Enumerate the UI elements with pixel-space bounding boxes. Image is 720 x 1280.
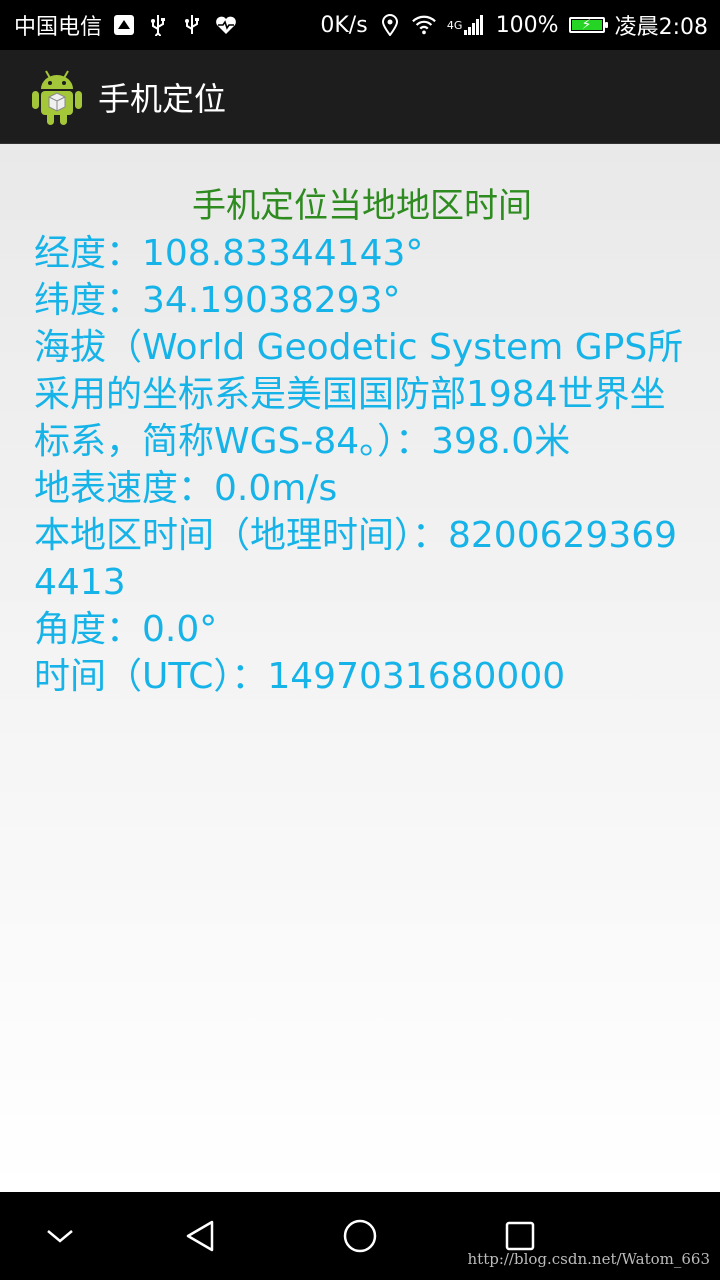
android-app-icon	[32, 70, 82, 125]
action-bar: 手机定位	[0, 50, 720, 144]
battery-icon: ⚡	[568, 17, 608, 33]
phone-screen: 中国电信 0K/s 4G 100% ⚡ 凌晨2:08 手机定位 手机定位当地地区…	[0, 0, 720, 1280]
utc-time-text: 时间（UTC）：1497031680000	[34, 656, 566, 697]
page-heading: 手机定位当地地区时间	[192, 186, 532, 226]
status-left: 中国电信	[14, 9, 238, 41]
back-icon[interactable]	[178, 1214, 222, 1258]
battery-percent: 100%	[495, 12, 559, 38]
clock: 凌晨2:08	[614, 15, 708, 40]
bearing-text: 角度：0.0°	[34, 609, 218, 650]
location-icon	[378, 13, 402, 37]
charging-bolt-icon: ⚡	[581, 17, 592, 33]
main-content: 手机定位当地地区时间 经度：108.83344143° 纬度：34.190382…	[0, 144, 720, 1192]
usb-icon	[180, 13, 204, 37]
health-icon	[214, 13, 238, 37]
longitude-text: 经度：108.83344143°	[34, 233, 424, 274]
network-speed: 0K/s	[320, 12, 368, 38]
latitude-text: 纬度：34.19038293°	[34, 280, 401, 321]
network-type-label: 4G	[446, 18, 463, 32]
signal-icon: 4G	[446, 13, 486, 37]
app-title: 手机定位	[98, 79, 227, 118]
usb-icon	[146, 13, 170, 37]
wifi-icon	[411, 13, 436, 37]
altitude-text: 海拔（World Geodetic System GPS所采用的坐标系是美国国防…	[34, 327, 684, 462]
local-time-text: 本地区时间（地理时间）：82006293694413	[34, 515, 678, 603]
watermark: http://blog.csdn.net/Watom_663	[467, 1250, 711, 1268]
carrier-label: 中国电信	[14, 15, 103, 40]
chevron-down-icon[interactable]	[38, 1214, 82, 1258]
speed-text: 地表速度：0.0m/s	[34, 468, 338, 509]
navigation-bar: http://blog.csdn.net/Watom_663	[0, 1192, 720, 1280]
status-right: 0K/s 4G 100% ⚡ 凌晨2:08	[320, 9, 708, 41]
status-bar: 中国电信 0K/s 4G 100% ⚡ 凌晨2:08	[0, 0, 720, 50]
huawei-notification-icon	[112, 13, 136, 37]
home-icon[interactable]	[338, 1214, 382, 1258]
